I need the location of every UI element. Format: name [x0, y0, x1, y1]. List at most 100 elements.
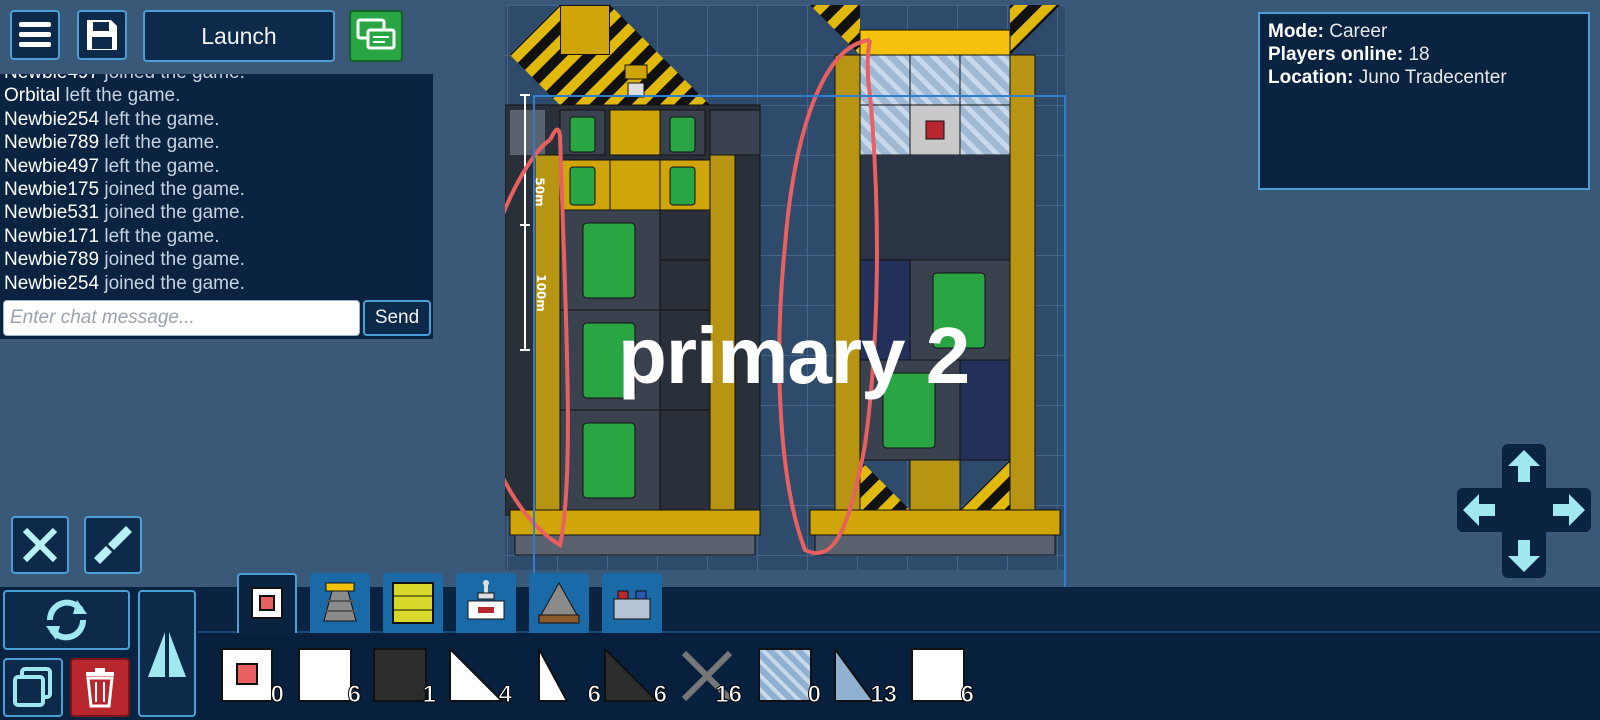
other-parts-icon: [613, 590, 651, 620]
part-tile[interactable]: 6: [910, 647, 975, 709]
save-button[interactable]: [77, 10, 127, 60]
move-up-button[interactable]: [1502, 444, 1546, 488]
command-pod-icon: [467, 580, 505, 620]
chat-log[interactable]: Newbie497 joined the game.Orbital left t…: [0, 74, 433, 299]
delete-button[interactable]: [70, 658, 130, 717]
part-tile[interactable]: 6: [603, 646, 668, 709]
tab-structural[interactable]: [237, 573, 297, 633]
chat-player-name: Newbie789: [4, 249, 100, 271]
chat-action-text: left the game.: [65, 85, 181, 107]
chat-action-text: joined the game.: [104, 249, 245, 271]
structural-part-icon: [251, 587, 283, 619]
chat-message: Newbie789 left the game.: [0, 131, 245, 154]
chat-action-text: joined the game.: [104, 272, 245, 294]
tab-fuel-tanks[interactable]: [383, 573, 443, 633]
chat-action-text: joined the game.: [104, 74, 245, 83]
engine-icon: [323, 582, 357, 622]
structural-red-core-icon: [221, 648, 273, 702]
send-button[interactable]: Send: [363, 300, 431, 336]
chat-player-name: Newbie497: [4, 74, 99, 83]
copy-button[interactable]: [3, 658, 63, 717]
mode-row: Mode: Career: [1268, 20, 1580, 43]
part-count: 13: [870, 681, 898, 709]
launch-button[interactable]: Launch: [143, 10, 335, 62]
location-value: Juno Tradecenter: [1358, 67, 1507, 88]
menu-button[interactable]: [10, 10, 60, 60]
chat-action-text: left the game.: [104, 155, 220, 177]
part-count: 0: [270, 681, 284, 709]
copy-icon: [13, 667, 52, 707]
part-tile[interactable]: 0: [757, 647, 822, 709]
structural-white-block-icon: [298, 648, 352, 702]
move-left-button[interactable]: [1457, 488, 1501, 532]
part-tile[interactable]: 4: [448, 646, 513, 709]
part-tile[interactable]: 6: [537, 647, 602, 709]
structural-white-block-2-icon: [911, 648, 965, 702]
tab-other[interactable]: [602, 573, 662, 633]
chat-player-name: Newbie254: [4, 108, 100, 130]
tab-aerodynamics[interactable]: [529, 573, 589, 633]
part-count: 6: [587, 681, 601, 709]
arrow-up-icon: [1508, 450, 1540, 482]
build-tool-button[interactable]: [11, 516, 69, 574]
location-row: Location: Juno Tradecenter: [1268, 66, 1580, 89]
chat-input-row: Send: [0, 297, 433, 339]
trash-icon: [86, 668, 114, 708]
mirror-icon: [148, 632, 186, 677]
rotate-button[interactable]: [3, 590, 130, 650]
fuel-tank-icon: [392, 582, 434, 624]
chat-player-name: Newbie254: [4, 272, 100, 294]
part-count: 0: [807, 681, 821, 709]
hamburger-menu-icon: [19, 22, 51, 47]
chat-action-text: joined the game.: [104, 178, 245, 200]
arrow-right-icon: [1553, 494, 1585, 526]
chat-player-name: Newbie175: [4, 178, 100, 200]
tab-command[interactable]: [456, 573, 516, 633]
chat-action-text: left the game.: [104, 108, 220, 130]
part-tile[interactable]: 1: [372, 647, 437, 709]
aerodynamics-icon: [538, 581, 580, 624]
paint-tool-button[interactable]: [84, 516, 142, 574]
mirror-button[interactable]: [138, 590, 196, 717]
part-tile[interactable]: 13: [833, 645, 897, 709]
chat-message: Orbital left the game.: [0, 84, 245, 107]
rotate-icon: [46, 599, 87, 641]
players-label: Players online:: [1268, 44, 1404, 65]
chat-player-name: Newbie789: [4, 132, 100, 154]
chat-message: Newbie789 joined the game.: [0, 248, 245, 271]
structural-white-wedge-icon: [449, 646, 505, 702]
chat-message: Newbie175 joined the game.: [0, 178, 245, 201]
paint-brush-icon: [94, 526, 132, 564]
arrow-left-icon: [1463, 494, 1495, 526]
structural-white-slim-wedge-icon: [538, 648, 569, 702]
chat-action-text: left the game.: [104, 132, 220, 154]
chat-message: Newbie171 left the game.: [0, 225, 245, 248]
chat-player-name: Orbital: [4, 85, 60, 107]
floppy-disk-icon: [87, 20, 117, 50]
chat-message: Newbie254 joined the game.: [0, 272, 245, 295]
part-tile[interactable]: 0: [220, 647, 285, 709]
chat-action-text: joined the game.: [104, 202, 245, 224]
chat-player-name: Newbie531: [4, 202, 100, 224]
chat-message: Newbie531 joined the game.: [0, 201, 245, 224]
chat-message: Newbie254 left the game.: [0, 108, 245, 131]
part-tile[interactable]: 6: [297, 647, 362, 709]
part-count: 6: [347, 681, 361, 709]
part-count: 4: [498, 681, 512, 709]
chat-toggle-button[interactable]: [349, 10, 403, 62]
move-right-button[interactable]: [1547, 488, 1591, 532]
overlay-label: primary 2: [618, 311, 970, 400]
structural-dark-wedge-icon: [604, 646, 660, 702]
part-count: 6: [960, 681, 974, 709]
chat-player-name: Newbie497: [4, 155, 100, 177]
session-info-panel: Mode: Career Players online: 18 Location…: [1258, 12, 1590, 190]
tab-engines[interactable]: [310, 573, 370, 633]
move-down-button[interactable]: [1502, 534, 1546, 578]
chat-player-name: Newbie171: [4, 225, 100, 247]
part-tile[interactable]: 16: [678, 647, 742, 709]
chat-action-text: left the game.: [104, 225, 220, 247]
arrow-down-icon: [1508, 540, 1540, 572]
part-count: 1: [422, 681, 436, 709]
chat-message-input[interactable]: [3, 300, 360, 336]
chat-bubbles-icon: [356, 18, 396, 50]
